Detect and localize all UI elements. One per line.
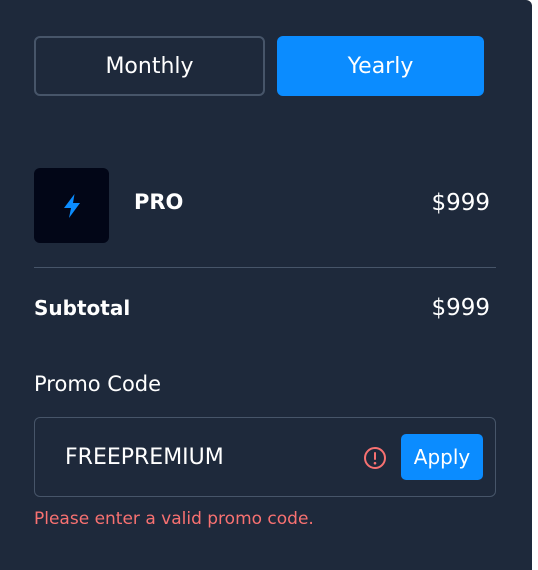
- promo-code-input[interactable]: [65, 440, 355, 474]
- promo-code-field: Apply: [34, 417, 496, 497]
- plan-icon-tile: [34, 168, 109, 243]
- subtotal-label: Subtotal: [34, 296, 131, 320]
- lightning-bolt-icon: [63, 193, 80, 218]
- yearly-toggle-button[interactable]: Yearly: [277, 36, 484, 96]
- promo-error-message: Please enter a valid promo code.: [34, 509, 314, 529]
- apply-promo-button[interactable]: Apply: [401, 434, 483, 480]
- plan-name: PRO: [134, 190, 184, 214]
- yearly-toggle-label: Yearly: [347, 53, 414, 79]
- plan-price: $999: [431, 190, 490, 216]
- apply-button-label: Apply: [413, 445, 471, 469]
- promo-code-label: Promo Code: [34, 372, 162, 396]
- divider: [34, 267, 496, 268]
- monthly-toggle-label: Monthly: [105, 53, 194, 79]
- checkout-panel: Monthly Yearly PRO $999 Subtotal $999 Pr…: [0, 0, 532, 570]
- monthly-toggle-button[interactable]: Monthly: [34, 36, 265, 96]
- error-circle-icon: [364, 447, 386, 469]
- subtotal-value: $999: [431, 295, 490, 321]
